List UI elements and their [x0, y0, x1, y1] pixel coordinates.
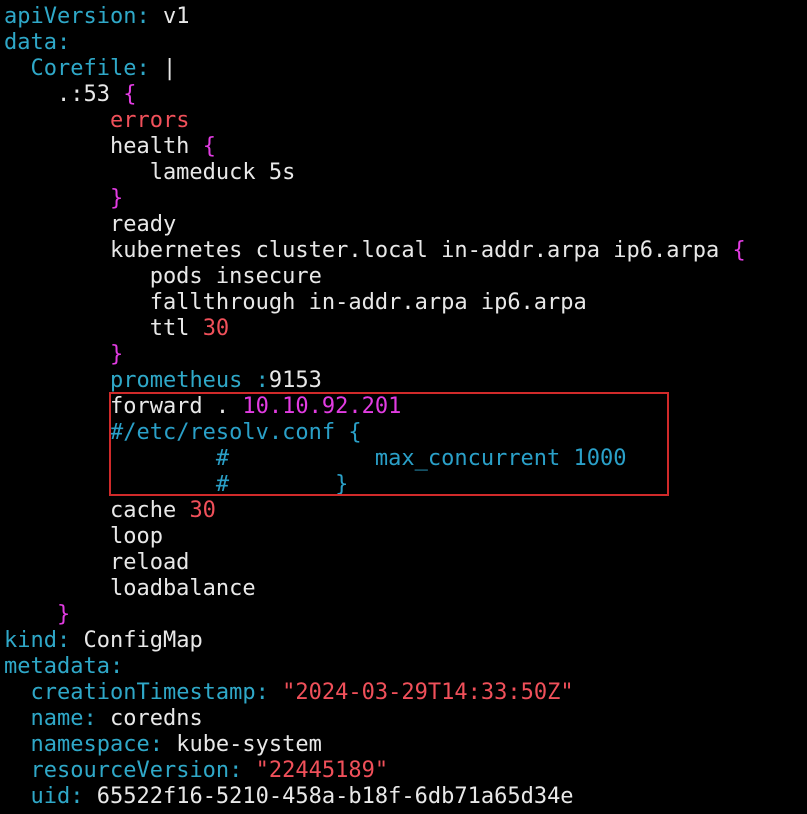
- code-line: loadbalance: [4, 576, 256, 602]
- yaml-editor[interactable]: apiVersion: v1 data: Corefile: | .:53 { e…: [0, 0, 807, 814]
- code-line: cache 30: [4, 498, 216, 524]
- code-token: 30: [202, 316, 230, 341]
- code-line: forward . 10.10.92.201: [4, 394, 401, 420]
- code-line: }: [4, 602, 70, 628]
- code-line: # }: [4, 472, 348, 498]
- code-line: metadata:: [4, 654, 123, 680]
- code-line: fallthrough in-addr.arpa ip6.arpa: [4, 290, 587, 316]
- code-token: health: [4, 134, 203, 159]
- code-line: }: [4, 186, 123, 212]
- code-token: metadata:: [4, 654, 124, 679]
- code-token: loadbalance: [4, 576, 256, 601]
- code-token: namespace:: [30, 732, 163, 757]
- code-line: ready: [4, 212, 176, 238]
- code-line: }: [4, 342, 123, 368]
- code-token: .:53: [4, 82, 124, 107]
- code-line: loop: [4, 524, 163, 550]
- code-token: 9153: [268, 368, 322, 393]
- code-token: 30: [189, 498, 216, 523]
- code-line: uid: 65522f16-5210-458a-b18f-6db71a65d34…: [4, 784, 574, 810]
- code-line: name: coredns: [4, 706, 203, 732]
- code-token: coredns: [96, 706, 203, 731]
- code-line: namespace: kube-system: [4, 732, 322, 758]
- code-line: # max_concurrent 1000: [4, 446, 627, 472]
- code-token: {: [202, 134, 216, 159]
- code-token: forward .: [4, 394, 243, 419]
- code-token: # max_concurrent 1000: [215, 446, 627, 471]
- code-token: }: [109, 342, 124, 367]
- code-token: "2024-03-29T14:33:50Z": [282, 680, 574, 705]
- code-line: data:: [4, 30, 70, 56]
- code-token: prometheus: [109, 368, 243, 393]
- code-line: health {: [4, 134, 216, 160]
- code-line: prometheus :9153: [4, 368, 322, 394]
- code-token: fallthrough in-addr.arpa ip6.arpa: [4, 290, 587, 315]
- code-line: errors: [4, 108, 189, 134]
- code-token: Corefile:: [30, 56, 150, 81]
- code-token: kube-system: [162, 732, 322, 757]
- code-line: #/etc/resolv.conf {: [4, 420, 362, 446]
- code-token: reload: [4, 550, 190, 575]
- code-token: cache: [4, 498, 190, 523]
- code-token: |: [149, 56, 177, 81]
- code-token: 65522f16-5210-458a-b18f-6db71a65d34e: [83, 784, 574, 809]
- code-line: kubernetes cluster.local in-addr.arpa ip…: [4, 238, 746, 264]
- code-token: ConfigMap: [70, 628, 203, 653]
- code-token: #/etc/resolv.conf {: [109, 420, 362, 445]
- code-token: "22445189": [255, 758, 389, 783]
- code-line: .:53 {: [4, 82, 137, 108]
- code-line: resourceVersion: "22445189": [4, 758, 389, 784]
- code-token: ready: [4, 212, 177, 237]
- code-line: reload: [4, 550, 189, 576]
- code-line: lameduck 5s: [4, 160, 296, 186]
- code-token: kubernetes cluster.local in-addr.arpa ip…: [4, 238, 733, 263]
- code-token: errors: [109, 108, 190, 133]
- code-token: loop: [4, 524, 163, 549]
- code-token: {: [732, 238, 746, 263]
- code-line: kind: ConfigMap: [4, 628, 203, 654]
- code-line: Corefile: |: [4, 56, 177, 82]
- code-line: creationTimestamp: "2024-03-29T14:33:50Z…: [4, 680, 574, 706]
- code-token: 10.10.92.201: [242, 394, 402, 419]
- code-token: }: [109, 186, 124, 211]
- code-token: v1: [149, 4, 190, 29]
- code-token: ttl: [4, 316, 203, 341]
- code-token: {: [123, 82, 137, 107]
- code-token: :: [255, 368, 269, 393]
- code-token: pods insecure: [4, 264, 322, 289]
- code-token: }: [56, 602, 71, 627]
- code-token: # }: [215, 472, 349, 497]
- code-line: apiVersion: v1: [4, 4, 189, 30]
- code-token: name:: [30, 706, 97, 731]
- code-token: apiVersion:: [4, 4, 150, 29]
- code-token: uid:: [30, 784, 84, 809]
- code-token: lameduck 5s: [4, 160, 296, 185]
- code-token: data:: [4, 30, 71, 55]
- code-token: creationTimestamp:: [30, 680, 269, 705]
- code-line: ttl 30: [4, 316, 230, 342]
- code-token: kind:: [4, 628, 71, 653]
- code-line: pods insecure: [4, 264, 322, 290]
- code-token: resourceVersion:: [30, 758, 243, 783]
